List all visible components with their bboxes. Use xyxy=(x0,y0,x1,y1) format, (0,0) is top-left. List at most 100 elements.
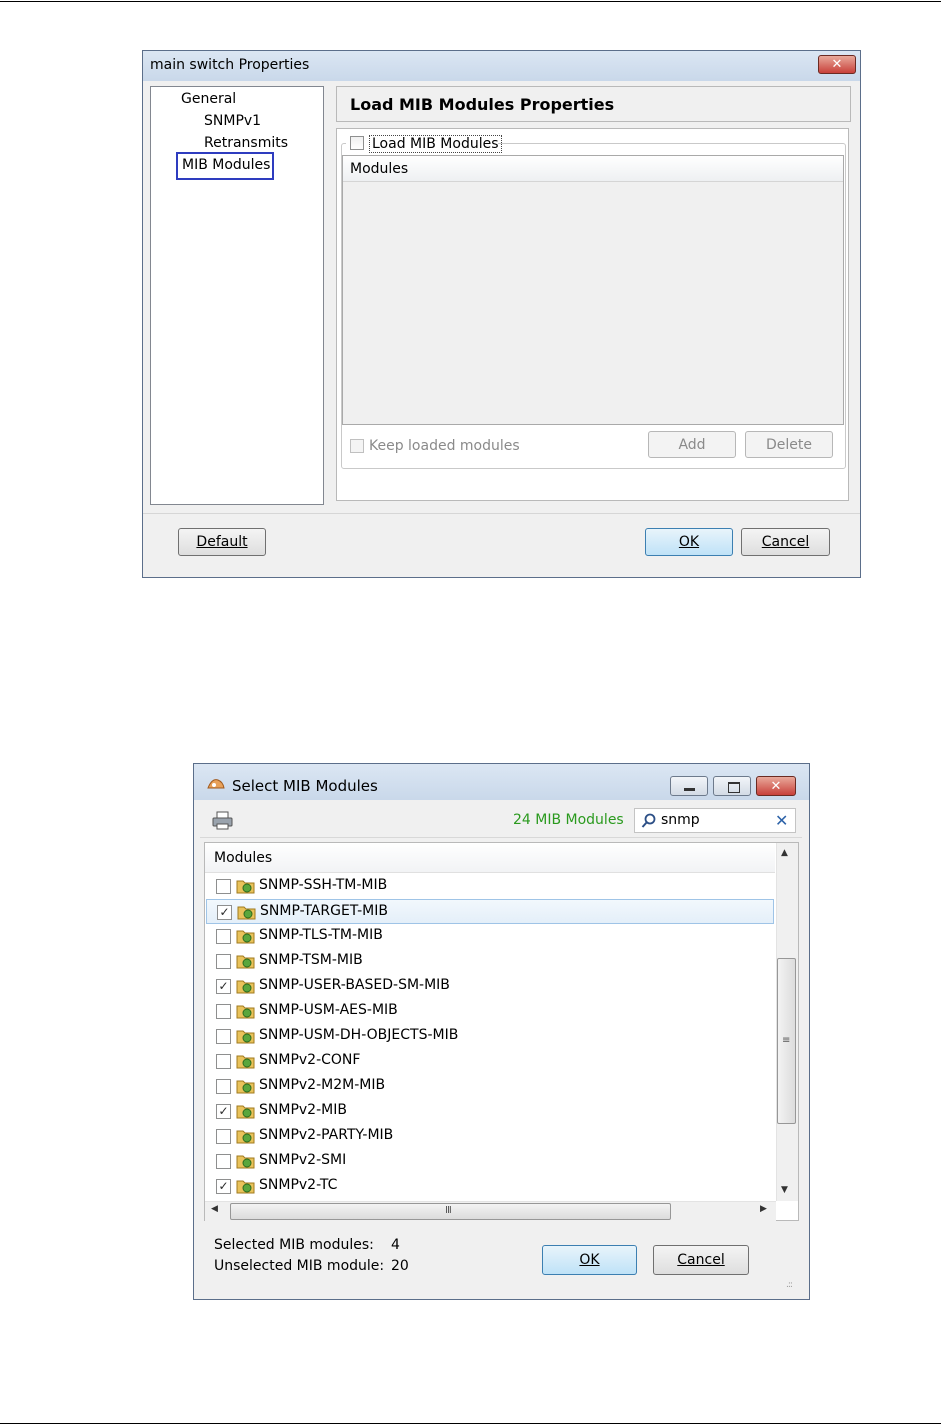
module-checkbox[interactable] xyxy=(216,1154,231,1169)
module-checkbox[interactable]: ✓ xyxy=(216,1104,231,1119)
modules-table xyxy=(342,155,844,425)
list-item[interactable]: SNMP-USM-DH-OBJECTS-MIB xyxy=(206,1024,774,1049)
properties-ok-button[interactable]: OK xyxy=(645,528,733,556)
search-input[interactable]: snmp xyxy=(661,812,700,828)
modules-column-header: Modules xyxy=(350,161,409,177)
scroll-left-icon[interactable]: ◀ xyxy=(211,1204,218,1214)
module-name: SNMP-TLS-TM-MIB xyxy=(259,927,383,943)
mib-folder-icon xyxy=(236,1078,256,1094)
list-item[interactable]: SNMP-TLS-TM-MIB xyxy=(206,924,774,949)
properties-cancel-button[interactable]: Cancel xyxy=(741,528,830,556)
list-item[interactable]: SNMPv2-SMI xyxy=(206,1149,774,1174)
ok-label: OK xyxy=(678,534,700,550)
module-checkbox[interactable] xyxy=(216,1029,231,1044)
vertical-scroll-thumb[interactable]: ≡ xyxy=(777,958,796,1124)
list-item[interactable]: ✓ SNMP-TARGET-MIB xyxy=(206,899,774,924)
add-button[interactable]: Add xyxy=(648,431,736,458)
close-icon: ✕ xyxy=(831,57,843,72)
select-cancel-button[interactable]: Cancel xyxy=(653,1245,749,1275)
module-name: SNMP-SSH-TM-MIB xyxy=(259,877,388,893)
properties-heading: Load MIB Modules Properties xyxy=(350,95,615,114)
mib-folder-icon xyxy=(236,1028,256,1044)
module-checkbox[interactable] xyxy=(216,929,231,944)
mib-folder-icon xyxy=(236,1128,256,1144)
modules-table-header: Modules xyxy=(343,156,843,182)
cancel-label: Cancel xyxy=(761,534,810,550)
mib-folder-icon xyxy=(236,1178,256,1194)
module-name: SNMPv2-SMI xyxy=(259,1152,347,1168)
module-name: SNMPv2-PARTY-MIB xyxy=(259,1127,394,1143)
module-name: SNMPv2-MIB xyxy=(259,1102,347,1118)
modules-list-header: Modules xyxy=(205,843,775,873)
load-mib-modules-label[interactable]: Load MIB Modules xyxy=(369,135,502,153)
scroll-down-icon[interactable]: ▼ xyxy=(781,1185,788,1195)
properties-title: main switch Properties xyxy=(150,57,310,73)
tree-item-retransmits[interactable]: Retransmits xyxy=(204,135,288,151)
module-checkbox[interactable] xyxy=(216,954,231,969)
module-checkbox[interactable]: ✓ xyxy=(216,1179,231,1194)
maximize-button[interactable] xyxy=(713,776,751,796)
module-name: SNMP-USM-DH-OBJECTS-MIB xyxy=(259,1027,459,1043)
clear-search-icon[interactable]: ✕ xyxy=(775,811,788,830)
search-box[interactable]: snmp ✕ xyxy=(634,808,796,833)
horizontal-scroll-thumb[interactable]: III xyxy=(230,1203,671,1220)
scroll-right-icon[interactable]: ▶ xyxy=(760,1204,767,1214)
h-grip-icon: III xyxy=(445,1205,452,1216)
list-item[interactable]: SNMP-TSM-MIB xyxy=(206,949,774,974)
module-checkbox[interactable] xyxy=(216,879,231,894)
mib-folder-icon xyxy=(236,1003,256,1019)
app-icon xyxy=(206,776,226,792)
module-name: SNMPv2-M2M-MIB xyxy=(259,1077,386,1093)
selected-count: 4 xyxy=(391,1237,400,1253)
module-checkbox[interactable]: ✓ xyxy=(217,905,232,920)
module-checkbox[interactable]: ✓ xyxy=(216,979,231,994)
module-name: SNMP-TARGET-MIB xyxy=(260,903,388,919)
list-item[interactable]: ✓ SNMPv2-TC xyxy=(206,1174,774,1199)
list-item[interactable]: ✓ SNMPv2-MIB xyxy=(206,1099,774,1124)
module-checkbox[interactable] xyxy=(216,1004,231,1019)
unselected-label: Unselected MIB module: xyxy=(214,1258,385,1274)
minimize-icon xyxy=(684,788,695,791)
module-name: SNMP-TSM-MIB xyxy=(259,952,363,968)
module-name: SNMPv2-TC xyxy=(259,1177,338,1193)
select-cancel-label: Cancel xyxy=(677,1252,725,1268)
grip-icon: ≡ xyxy=(782,1035,791,1046)
print-icon[interactable] xyxy=(211,811,235,831)
default-button[interactable]: Default xyxy=(178,528,266,556)
mib-folder-icon xyxy=(237,904,257,920)
minimize-button[interactable] xyxy=(670,776,708,796)
tree-item-snmpv1[interactable]: SNMPv1 xyxy=(204,113,261,129)
resize-grip-icon[interactable]: .:: xyxy=(786,1280,793,1290)
restore-icon xyxy=(728,782,740,793)
default-label: Default xyxy=(196,534,248,550)
close-button[interactable]: ✕ xyxy=(818,55,856,74)
delete-button[interactable]: Delete xyxy=(745,431,833,458)
bottom-rule xyxy=(0,1423,941,1424)
list-item[interactable]: SNMPv2-M2M-MIB xyxy=(206,1074,774,1099)
list-item[interactable]: SNMPv2-CONF xyxy=(206,1049,774,1074)
mib-folder-icon xyxy=(236,878,256,894)
module-checkbox[interactable] xyxy=(216,1079,231,1094)
list-item[interactable]: SNMPv2-PARTY-MIB xyxy=(206,1124,774,1149)
tree-item-general[interactable]: General xyxy=(181,91,236,107)
window-close-icon: ✕ xyxy=(770,779,782,794)
top-rule xyxy=(0,1,941,2)
search-icon xyxy=(641,813,657,833)
load-mib-modules-checkbox[interactable] xyxy=(350,136,364,150)
mib-folder-icon xyxy=(236,1103,256,1119)
list-item[interactable]: SNMP-USM-AES-MIB xyxy=(206,999,774,1024)
module-checkbox[interactable] xyxy=(216,1129,231,1144)
module-name: SNMP-USM-AES-MIB xyxy=(259,1002,398,1018)
select-mib-title: Select MIB Modules xyxy=(232,777,378,795)
list-item[interactable]: ✓ SNMP-USER-BASED-SM-MIB xyxy=(206,974,774,999)
list-item[interactable]: SNMP-SSH-TM-MIB xyxy=(206,874,774,899)
mib-folder-icon xyxy=(236,978,256,994)
select-ok-button[interactable]: OK xyxy=(542,1245,637,1275)
window-close-button[interactable]: ✕ xyxy=(756,776,796,796)
tree-item-mib-modules[interactable]: MIB Modules xyxy=(176,152,274,180)
mib-folder-icon xyxy=(236,1053,256,1069)
scroll-up-icon[interactable]: ▲ xyxy=(781,848,788,858)
module-checkbox[interactable] xyxy=(216,1054,231,1069)
selected-label: Selected MIB modules: xyxy=(214,1237,374,1253)
keep-loaded-checkbox[interactable] xyxy=(350,439,364,453)
